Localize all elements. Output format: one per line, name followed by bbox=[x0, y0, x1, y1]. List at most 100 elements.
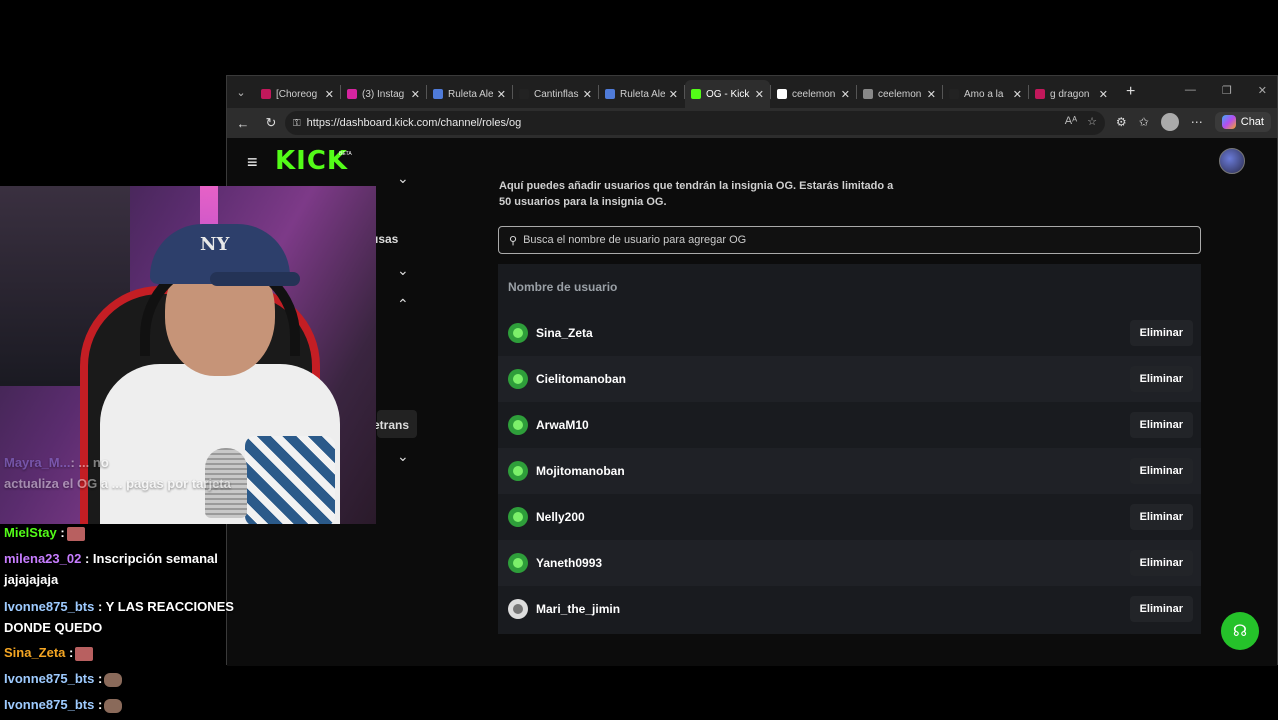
username: Nelly200 bbox=[536, 510, 585, 524]
stream-scene: ⌄ [Choreog ✕ (3) Instag ✕ Ruleta Ale ✕ Cantinf… bbox=[0, 0, 1278, 720]
browser-tab[interactable]: ceelemon ✕ bbox=[771, 80, 856, 108]
tab-close-icon[interactable]: ✕ bbox=[669, 88, 678, 101]
tab-favicon-icon bbox=[347, 89, 357, 99]
chat-emote-icon bbox=[75, 646, 94, 661]
username: Mari_the_jimin bbox=[536, 602, 621, 616]
delete-button[interactable]: Eliminar bbox=[1129, 550, 1193, 576]
chat-username[interactable]: MielStay bbox=[4, 525, 57, 540]
tab-close-icon[interactable]: ✕ bbox=[1099, 88, 1108, 101]
tab-bar: ⌄ [Choreog ✕ (3) Instag ✕ Ruleta Ale ✕ Cantinf… bbox=[227, 76, 1277, 108]
kick-logo[interactable]: KICK bbox=[275, 146, 348, 176]
browser-tab[interactable]: OG - Kick ✕ bbox=[685, 80, 770, 108]
browser-window: ⌄ [Choreog ✕ (3) Instag ✕ Ruleta Ale ✕ Cantinf… bbox=[226, 75, 1278, 666]
browser-tab[interactable]: Ruleta Ale ✕ bbox=[599, 80, 684, 108]
chat-username[interactable]: Mayra_M... bbox=[4, 455, 70, 470]
chat-message: Ivonne875_bts : bbox=[4, 671, 123, 687]
table-row: ArwaM10 Eliminar bbox=[498, 402, 1201, 448]
chat-emote-icon bbox=[104, 672, 123, 687]
browser-tab[interactable]: g dragon ✕ bbox=[1029, 80, 1114, 108]
search-placeholder: Busca el nombre de usuario para agregar … bbox=[523, 234, 747, 246]
table-row: Yaneth0993 Eliminar bbox=[498, 540, 1201, 586]
tab-close-icon[interactable]: ✕ bbox=[325, 88, 334, 101]
tab-close-icon[interactable]: ✕ bbox=[841, 88, 850, 101]
browser-tab[interactable]: (3) Instag ✕ bbox=[341, 80, 426, 108]
delete-button[interactable]: Eliminar bbox=[1129, 412, 1193, 438]
og-search-input[interactable]: ⚲ Busca el nombre de usuario para agrega… bbox=[498, 226, 1201, 254]
table-row: Cielitomanoban Eliminar bbox=[498, 356, 1201, 402]
sidebar-item-fragment[interactable]: etrans bbox=[373, 418, 409, 432]
profile-avatar[interactable] bbox=[1160, 113, 1179, 131]
sidebar-chevron-up-icon[interactable]: ⌃ bbox=[397, 296, 409, 313]
minimize-icon[interactable]: — bbox=[1185, 84, 1196, 97]
tab-favicon-icon bbox=[433, 89, 443, 99]
browser-tab[interactable]: Cantinflas ✕ bbox=[513, 80, 598, 108]
tab-title: Ruleta Ale bbox=[620, 88, 665, 100]
sidebar-chevron-down-icon[interactable]: ⌄ bbox=[397, 448, 409, 465]
table-row: Mari_the_jimin Eliminar bbox=[498, 586, 1201, 632]
table-row: Mojitomanoban Eliminar bbox=[498, 448, 1201, 494]
tab-close-icon[interactable]: ✕ bbox=[497, 88, 506, 101]
browser-tab[interactable]: [Choreog ✕ bbox=[255, 80, 340, 108]
tab-favicon-icon bbox=[605, 89, 615, 99]
url-text: https://dashboard.kick.com/channel/roles… bbox=[306, 117, 522, 129]
delete-button[interactable]: Eliminar bbox=[1129, 458, 1193, 484]
table-row: Nelly200 Eliminar bbox=[498, 494, 1201, 540]
read-aloud-icon[interactable]: Aᴬ bbox=[1065, 115, 1077, 128]
chat-username[interactable]: Ivonne875_bts bbox=[4, 697, 94, 712]
copilot-chat-button[interactable]: Chat bbox=[1214, 112, 1271, 132]
restore-icon[interactable]: ❐ bbox=[1222, 84, 1232, 97]
site-info-icon[interactable]: ⚿ bbox=[293, 118, 301, 129]
close-window-icon[interactable]: ✕ bbox=[1258, 84, 1267, 97]
browser-tab[interactable]: Ruleta Ale ✕ bbox=[427, 80, 512, 108]
tab-favicon-icon bbox=[777, 89, 787, 99]
chat-username[interactable]: milena23_02 bbox=[4, 551, 81, 566]
user-avatar-icon bbox=[508, 461, 528, 481]
delete-button[interactable]: Eliminar bbox=[1129, 320, 1193, 346]
delete-button[interactable]: Eliminar bbox=[1129, 596, 1193, 622]
tab-favicon-icon bbox=[863, 89, 873, 99]
user-avatar[interactable] bbox=[1219, 148, 1245, 174]
tab-close-icon[interactable]: ✕ bbox=[755, 88, 764, 101]
chat-username[interactable]: Ivonne875_bts bbox=[4, 671, 94, 686]
extensions-icon[interactable]: ⚙ bbox=[1116, 115, 1127, 129]
username: ArwaM10 bbox=[536, 418, 589, 432]
sidebar-chevron-down-icon[interactable]: ⌄ bbox=[397, 262, 409, 279]
favorites-icon[interactable]: ✩ bbox=[1139, 115, 1149, 129]
cam-shirt-print bbox=[245, 436, 335, 524]
delete-button[interactable]: Eliminar bbox=[1129, 504, 1193, 530]
column-header-username: Nombre de usuario bbox=[508, 280, 618, 294]
chat-text: : Inscripción semanal bbox=[81, 551, 218, 566]
favorite-star-icon[interactable]: ☆ bbox=[1087, 115, 1097, 128]
tab-favicon-icon bbox=[519, 89, 529, 99]
chat-text: : bbox=[65, 645, 74, 660]
tab-close-icon[interactable]: ✕ bbox=[583, 88, 592, 101]
support-chat-icon[interactable]: ☊ bbox=[1221, 612, 1259, 650]
username: Cielitomanoban bbox=[536, 372, 627, 386]
search-icon: ⚲ bbox=[509, 234, 518, 247]
chat-username[interactable]: Ivonne875_bts bbox=[4, 599, 94, 614]
url-actions: Aᴬ ☆ bbox=[1065, 115, 1097, 128]
tab-title: ceelemon bbox=[878, 88, 922, 100]
delete-button[interactable]: Eliminar bbox=[1129, 366, 1193, 392]
new-tab-icon[interactable]: + bbox=[1126, 83, 1135, 101]
tab-favicon-icon bbox=[949, 89, 959, 99]
chat-username[interactable]: Sina_Zeta bbox=[4, 645, 65, 660]
tab-list-dropdown-icon[interactable]: ⌄ bbox=[227, 76, 255, 108]
tab-title: Ruleta Ale bbox=[448, 88, 493, 100]
sidebar-chevron-down-icon[interactable]: ⌄ bbox=[397, 170, 409, 187]
chat-message: Ivonne875_bts : bbox=[4, 697, 123, 713]
chat-message: milena23_02 : Inscripción semanal jajajaj… bbox=[4, 551, 218, 587]
tab-title: g dragon bbox=[1050, 88, 1090, 100]
tab-close-icon[interactable]: ✕ bbox=[1013, 88, 1022, 101]
more-menu-icon[interactable]: ⋯ bbox=[1191, 115, 1203, 129]
tab-close-icon[interactable]: ✕ bbox=[927, 88, 936, 101]
reload-icon[interactable]: ↻ bbox=[257, 115, 285, 131]
tab-close-icon[interactable]: ✕ bbox=[411, 88, 420, 101]
browser-tab[interactable]: ceelemon ✕ bbox=[857, 80, 942, 108]
browser-tab[interactable]: Amo a la ✕ bbox=[943, 80, 1028, 108]
back-icon[interactable]: ← bbox=[229, 116, 257, 131]
tab-favicon-icon bbox=[1035, 89, 1045, 99]
menu-icon[interactable]: ≡ bbox=[247, 152, 258, 173]
username: Yaneth0993 bbox=[536, 556, 603, 570]
address-bar[interactable]: ⚿ https://dashboard.kick.com/channel/rol… bbox=[285, 111, 1105, 135]
